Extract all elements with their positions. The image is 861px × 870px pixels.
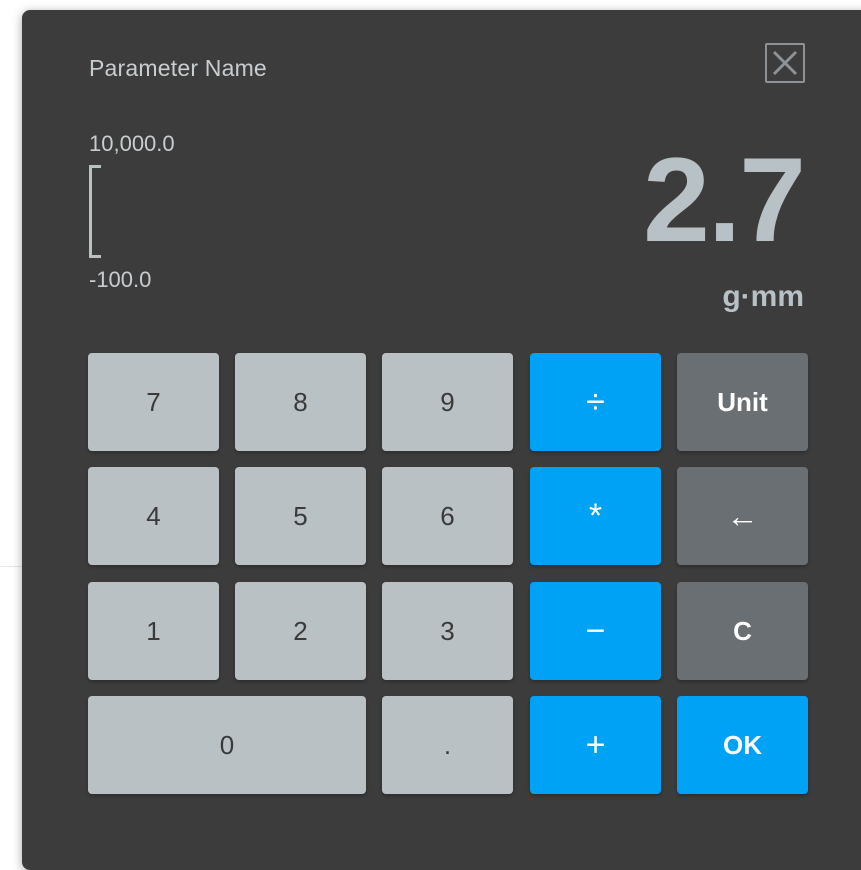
key-0[interactable]: 0 — [88, 696, 366, 794]
plus-button[interactable]: + — [530, 696, 661, 794]
minus-button[interactable]: − — [530, 582, 661, 680]
key-5[interactable]: 5 — [235, 467, 366, 565]
key-4[interactable]: 4 — [88, 467, 219, 565]
backspace-arrow-icon: ← — [726, 497, 759, 534]
ok-button[interactable]: OK — [677, 696, 808, 794]
key-1[interactable]: 1 — [88, 582, 219, 680]
clear-button[interactable]: C — [677, 582, 808, 680]
key-9[interactable]: 9 — [382, 353, 513, 451]
value-display: 2.7 — [643, 133, 806, 267]
range-bracket — [89, 165, 101, 258]
close-button[interactable] — [765, 43, 805, 83]
close-icon — [772, 50, 798, 76]
decimal-button[interactable]: . — [382, 696, 513, 794]
key-7[interactable]: 7 — [88, 353, 219, 451]
backspace-button[interactable]: ← — [677, 467, 808, 565]
range-max-label: 10,000.0 — [89, 131, 175, 156]
key-2[interactable]: 2 — [235, 582, 366, 680]
multiply-button[interactable]: * — [530, 467, 661, 565]
key-6[interactable]: 6 — [382, 467, 513, 565]
parameter-name-label: Parameter Name — [89, 55, 267, 81]
key-8[interactable]: 8 — [235, 353, 366, 451]
range-min-label: -100.0 — [89, 267, 152, 292]
unit-button[interactable]: Unit — [677, 353, 808, 451]
unit-display: g·mm — [722, 280, 804, 313]
numeric-keypad-dialog: Parameter Name 10,000.0 -100.0 2.7 g·mm … — [22, 10, 861, 870]
key-3[interactable]: 3 — [382, 582, 513, 680]
divide-button[interactable]: ÷ — [530, 353, 661, 451]
